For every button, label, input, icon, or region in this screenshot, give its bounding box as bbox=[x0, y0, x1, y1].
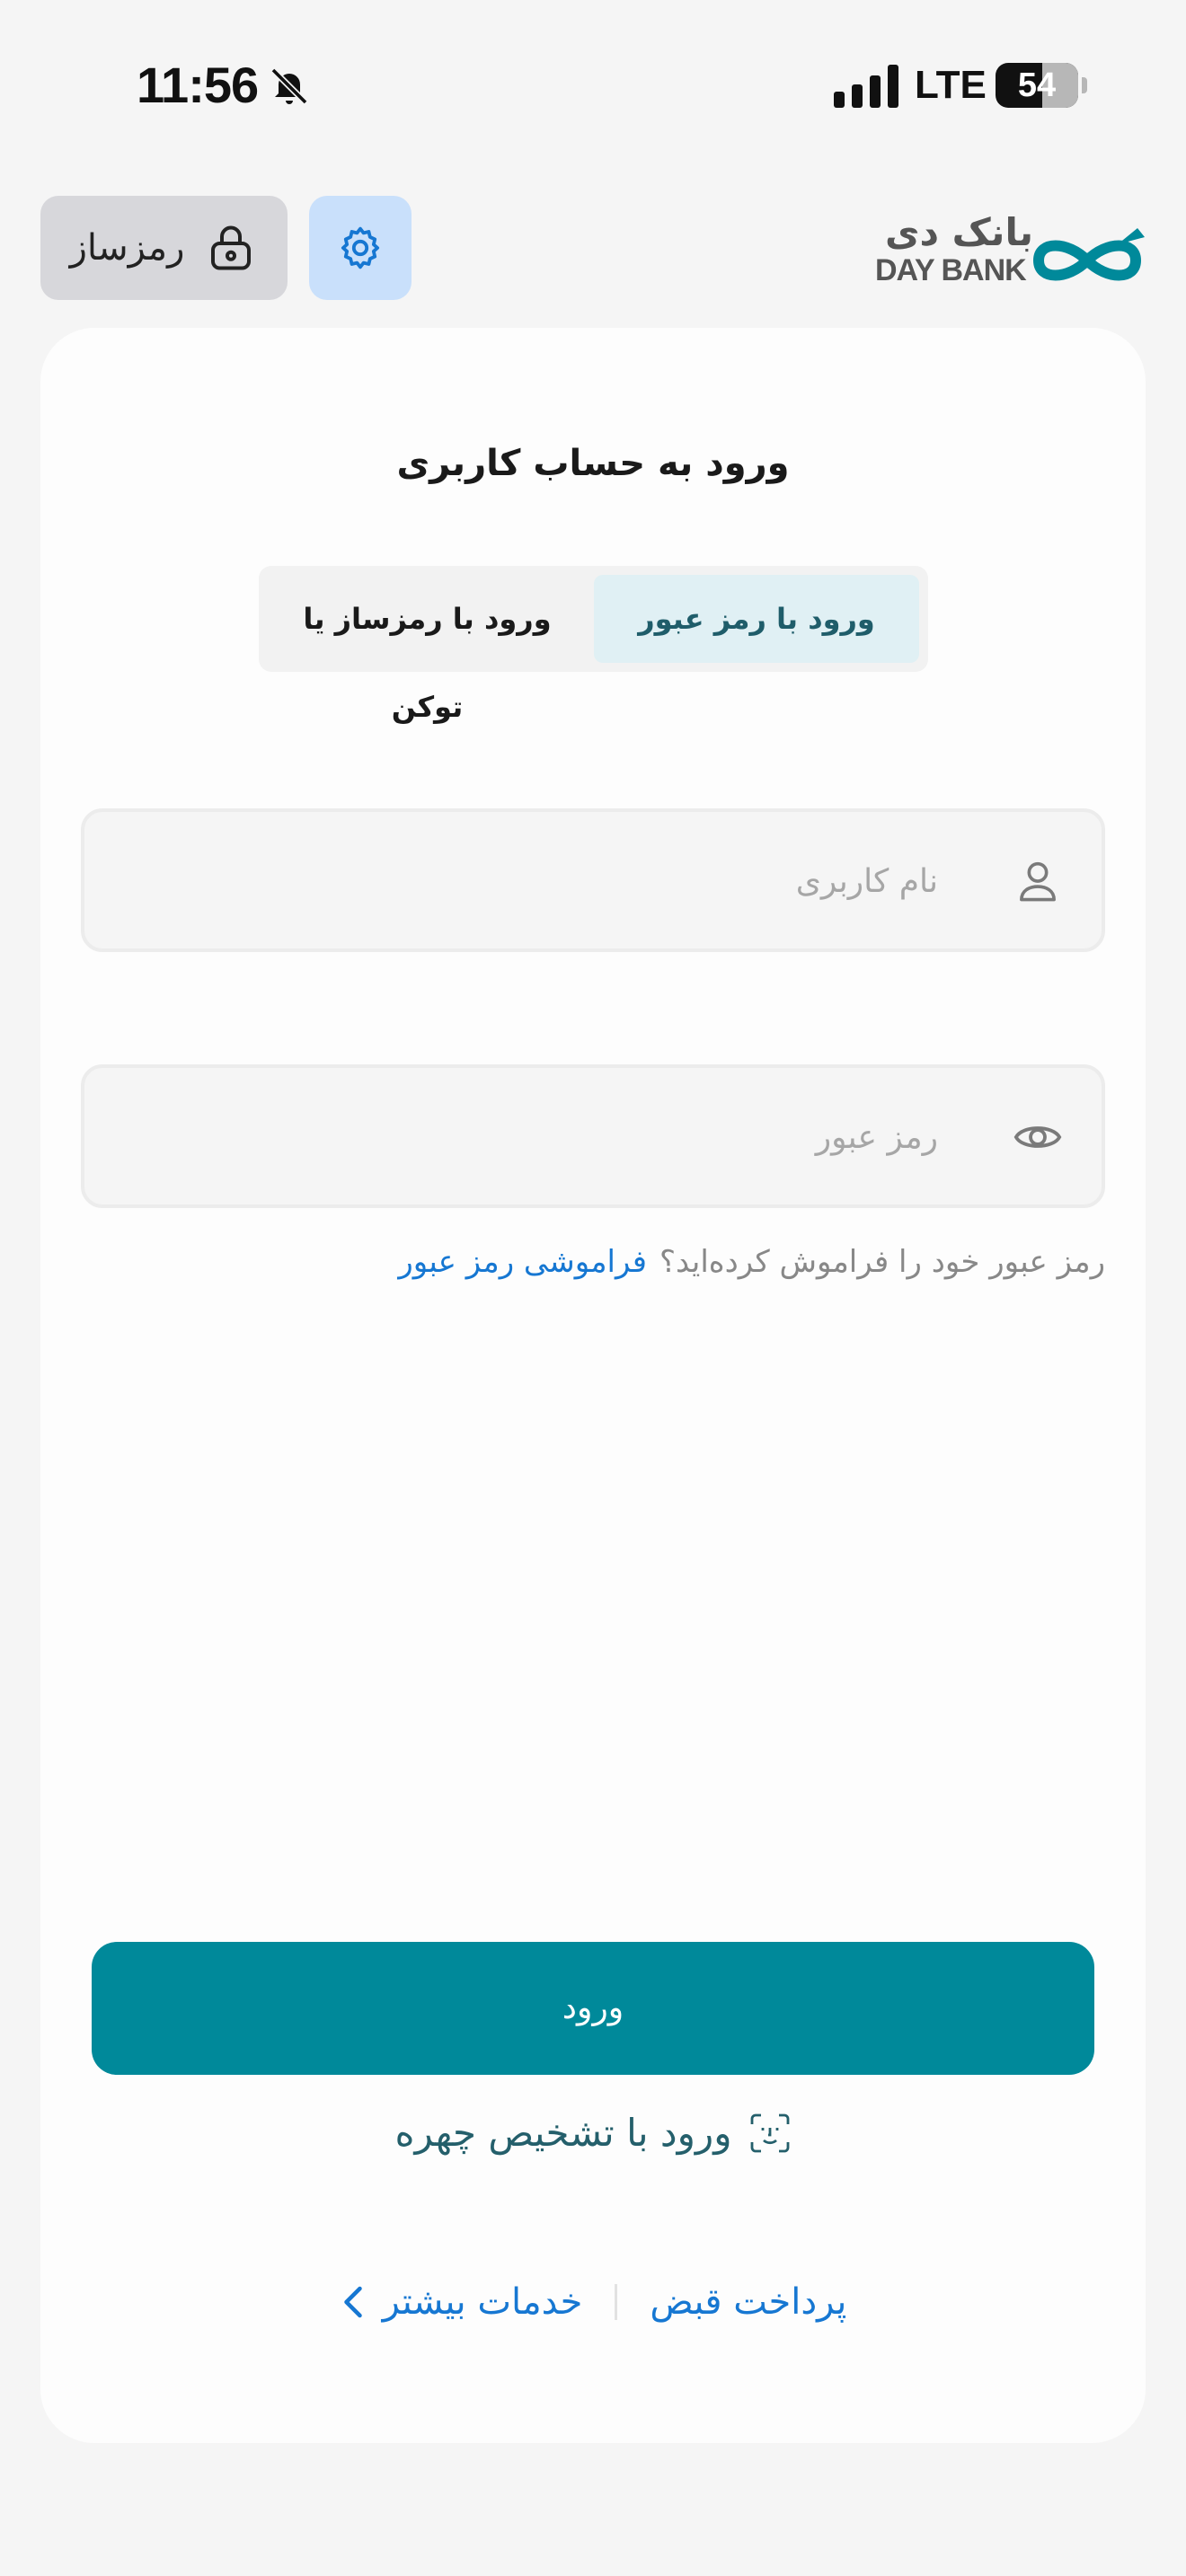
username-field[interactable] bbox=[81, 808, 1105, 952]
bottom-links: پرداخت قبض خدمات بیشتر bbox=[40, 2281, 1146, 2323]
ramzsaz-label: رمزساز bbox=[69, 227, 185, 269]
forgot-password-row: رمز عبور خود را فراموش کرده‌اید؟ فراموشی … bbox=[398, 1244, 1105, 1280]
forgot-password-link[interactable]: فراموشی رمز عبور bbox=[398, 1244, 647, 1280]
login-card: ورود به حساب کاربری ورود با رمز عبور ورو… bbox=[40, 328, 1146, 2443]
ramzsaz-button[interactable]: رمزساز bbox=[40, 196, 288, 300]
forgot-password-question: رمز عبور خود را فراموش کرده‌اید؟ bbox=[659, 1244, 1105, 1280]
chevron-left-icon[interactable] bbox=[340, 2284, 367, 2320]
login-method-tabs: ورود با رمز عبور ورود با رمزساز یا توکن bbox=[259, 566, 928, 724]
battery-level: 54 bbox=[1017, 66, 1057, 104]
tab-password-login[interactable]: ورود با رمز عبور bbox=[594, 575, 919, 663]
page-title: ورود به حساب کاربری bbox=[396, 443, 790, 484]
bill-payment-link[interactable]: پرداخت قبض bbox=[650, 2281, 846, 2323]
status-time: 11:56 bbox=[137, 57, 259, 113]
password-input[interactable] bbox=[146, 1068, 940, 1206]
face-login-button[interactable]: ورود با تشخیص چهره bbox=[40, 2111, 1146, 2155]
status-bar: 11:56 LTE 54 bbox=[0, 0, 1186, 171]
day-bank-logo: بانک دی DAY BANK bbox=[872, 210, 1150, 295]
password-field[interactable] bbox=[81, 1064, 1105, 1208]
battery-icon: 54 bbox=[996, 63, 1078, 108]
face-login-label: ورود با تشخیص چهره bbox=[394, 2111, 732, 2155]
signal-icon bbox=[834, 65, 898, 108]
user-icon bbox=[1020, 861, 1056, 902]
tab-token-login[interactable]: ورود با رمزساز یا توکن bbox=[268, 575, 587, 724]
eye-icon[interactable] bbox=[1012, 1111, 1064, 1163]
logo-mark-icon bbox=[1032, 228, 1145, 281]
face-id-icon bbox=[750, 2113, 789, 2152]
username-input[interactable] bbox=[146, 812, 940, 950]
settings-button[interactable] bbox=[309, 196, 412, 300]
bell-slash-icon bbox=[270, 67, 308, 105]
network-type: LTE bbox=[915, 63, 987, 107]
logo-text-en: DAY BANK bbox=[875, 253, 1027, 287]
gear-icon bbox=[341, 226, 380, 269]
battery-cap bbox=[1082, 77, 1087, 93]
lock-icon bbox=[211, 225, 252, 270]
login-button[interactable]: ورود bbox=[92, 1942, 1094, 2075]
logo-text-fa: بانک دی bbox=[885, 210, 1033, 254]
more-services-link[interactable]: خدمات بیشتر bbox=[383, 2281, 583, 2323]
divider bbox=[615, 2284, 618, 2320]
